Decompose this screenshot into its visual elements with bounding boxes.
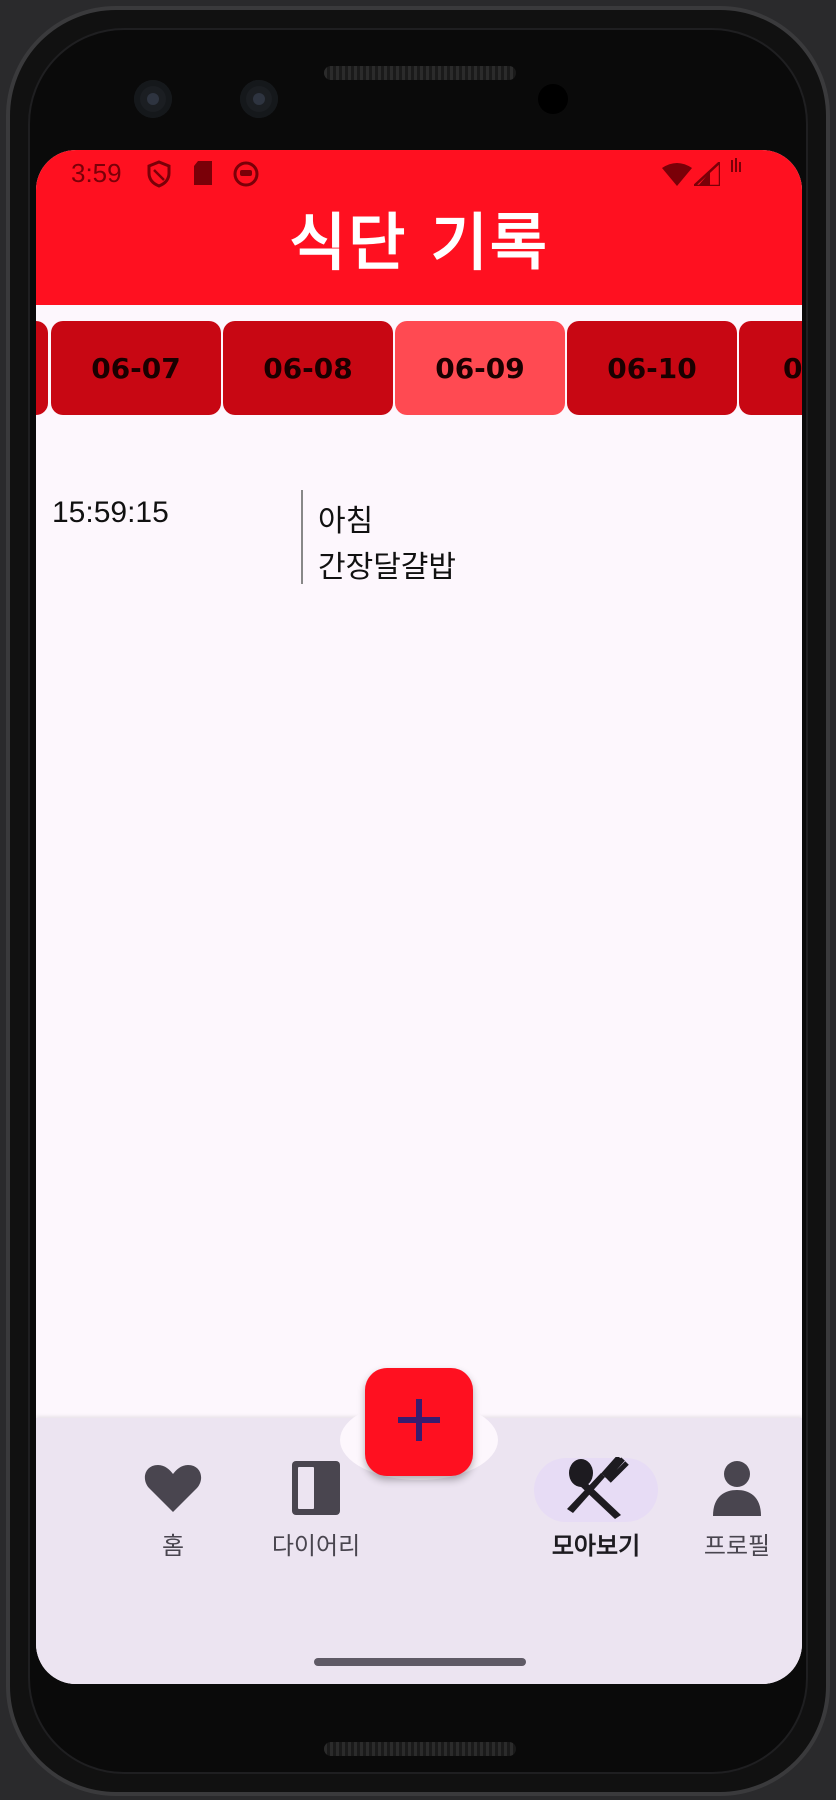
entry-meal-type: 아침: [318, 504, 374, 539]
nav-item-profile[interactable]: 프로필: [667, 1458, 802, 1568]
nav-item-collection[interactable]: 모아보기: [526, 1455, 666, 1568]
wifi-icon: [662, 162, 692, 190]
proximity-sensor: [538, 84, 568, 114]
heart-icon: [143, 1462, 203, 1518]
date-chip-selected[interactable]: 06-09: [395, 321, 565, 415]
app-notification-icon: [232, 160, 260, 192]
bottom-speaker: [324, 1742, 516, 1756]
utensils-icon: [561, 1455, 631, 1523]
meal-entry[interactable]: 15:59:15 아침 간장달걀밥: [36, 490, 802, 586]
battery-icon: [730, 158, 744, 178]
nav-item-diary[interactable]: 다이어리: [246, 1458, 386, 1568]
entry-time: 15:59:15: [52, 496, 169, 529]
nav-icon-container-active: [534, 1455, 658, 1523]
earpiece-speaker: [324, 66, 516, 80]
app-screen: 3:59 식단 기록 06-07 06-08 06-09 06-10 0 15:…: [36, 150, 802, 1684]
nav-icon-container: [111, 1458, 235, 1522]
date-chip[interactable]: [36, 321, 48, 415]
nav-label: 프로필: [703, 1532, 771, 1560]
date-selector: 06-07 06-08 06-09 06-10 06-11: [36, 321, 802, 415]
date-chip[interactable]: 06-11: [739, 321, 802, 415]
nav-icon-container: [254, 1458, 378, 1522]
nav-label: 홈: [161, 1532, 185, 1560]
nav-label: 다이어리: [271, 1532, 361, 1560]
book-icon: [290, 1459, 342, 1521]
gesture-handle[interactable]: [314, 1658, 526, 1666]
status-bar: 3:59: [36, 150, 802, 196]
signal-icon: [690, 159, 722, 190]
nav-icon-container: [675, 1458, 799, 1522]
page-title: 식단 기록: [289, 206, 549, 279]
front-camera-icon: [240, 80, 278, 118]
entry-divider: [301, 490, 303, 584]
shield-icon: [146, 160, 172, 192]
status-time: 3:59: [71, 158, 122, 188]
front-camera-icon: [134, 80, 172, 118]
date-chip[interactable]: 06-10: [567, 321, 737, 415]
date-chip[interactable]: 06-08: [223, 321, 393, 415]
person-icon: [711, 1460, 763, 1520]
nav-label: 모아보기: [551, 1532, 641, 1560]
app-bar: 3:59 식단 기록: [36, 150, 802, 305]
date-chip[interactable]: 06-07: [51, 321, 221, 415]
entry-food-name: 간장달걀밥: [318, 550, 456, 585]
sd-card-icon: [192, 160, 214, 190]
nav-item-home[interactable]: 홈: [103, 1458, 243, 1568]
plus-icon: [394, 1395, 444, 1449]
